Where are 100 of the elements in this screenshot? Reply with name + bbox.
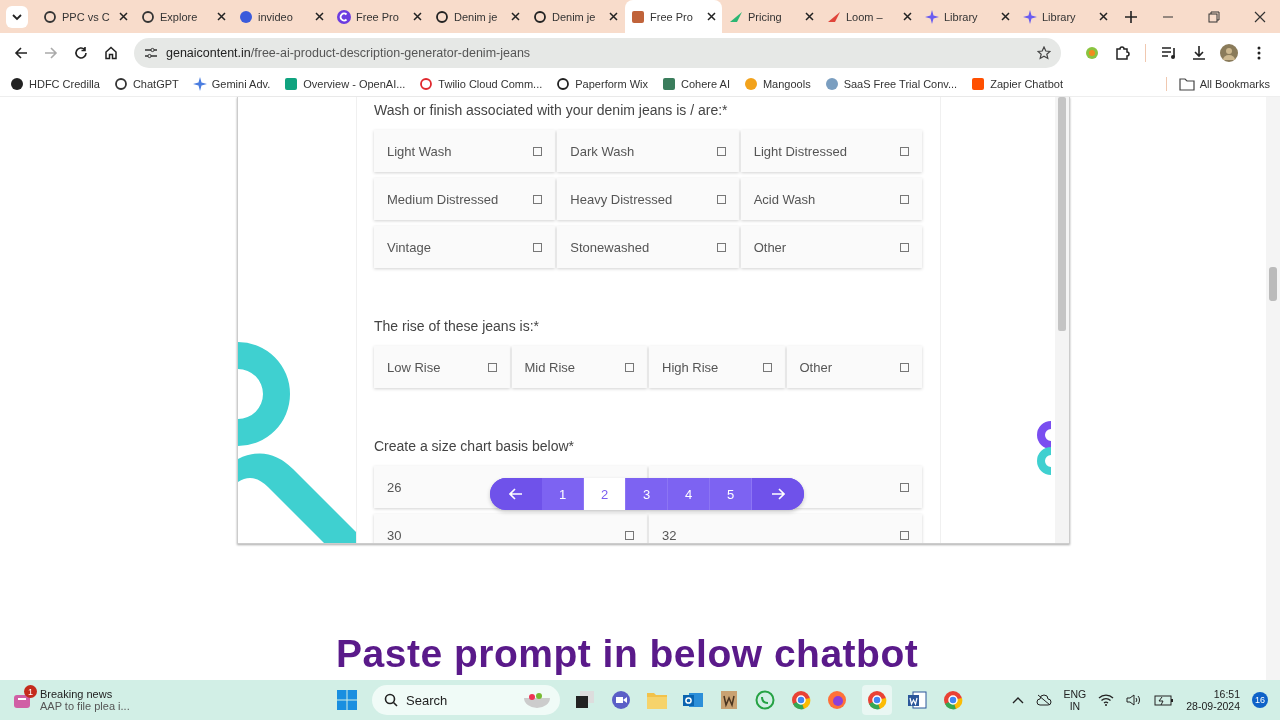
checkbox[interactable] <box>716 146 726 156</box>
browser-tab[interactable]: invideo <box>233 0 330 33</box>
browser-tab[interactable]: Denim je <box>429 0 526 33</box>
next-page-button[interactable] <box>752 478 804 510</box>
news-title: Breaking news <box>40 688 114 700</box>
checkbox[interactable] <box>900 242 909 252</box>
previous-page-button[interactable] <box>490 478 542 510</box>
browser-tab[interactable]: Denim je <box>527 0 624 33</box>
browser-icon[interactable] <box>862 685 892 715</box>
browser-tab[interactable]: Pricing <box>723 0 820 33</box>
option-card[interactable]: 30 <box>374 514 647 543</box>
checkbox[interactable] <box>625 362 634 372</box>
tab-title: Explore <box>160 10 199 23</box>
close-icon[interactable] <box>903 12 912 21</box>
checkbox[interactable] <box>625 530 634 540</box>
page-button[interactable]: 5 <box>710 478 752 510</box>
browser-tab[interactable]: Library <box>1017 0 1114 33</box>
option-card[interactable]: 32 <box>649 514 922 543</box>
close-icon[interactable] <box>1254 10 1266 23</box>
bookmark-item[interactable]: HDFC Credilla <box>10 77 100 91</box>
checkbox[interactable] <box>533 242 543 252</box>
option-card[interactable]: Light Wash <box>374 130 556 172</box>
checkbox[interactable] <box>716 194 726 204</box>
taskbar-search[interactable]: Search <box>372 685 560 715</box>
checkbox[interactable] <box>900 362 909 372</box>
bookmark-item[interactable]: Overview - OpenAI... <box>284 77 406 91</box>
option-card[interactable]: Dark Wash <box>557 130 739 172</box>
page-button[interactable]: 3 <box>626 478 668 510</box>
checkbox[interactable] <box>900 194 909 204</box>
checkbox[interactable] <box>900 146 909 156</box>
clock[interactable]: 16:51 28-09-2024 <box>1186 688 1240 712</box>
bookmark-item[interactable]: Zapier Chatbot <box>971 77 1063 91</box>
bookmark-item[interactable]: ChatGPT <box>113 77 179 91</box>
battery-icon[interactable] <box>1154 694 1175 706</box>
checkbox[interactable] <box>487 362 497 372</box>
tab-title: Library <box>944 10 979 23</box>
tab-search-button[interactable] <box>6 5 28 28</box>
bookmark-star-icon[interactable] <box>1037 45 1051 60</box>
bookmark-item[interactable]: Gemini Adv. <box>192 77 271 91</box>
bookmark-label: SaaS Free Trial Conv... <box>843 78 958 90</box>
close-icon[interactable] <box>119 12 128 21</box>
close-icon[interactable] <box>707 12 716 21</box>
address-bar[interactable]: genaicontent.in/free-ai-product-description-generator-denim-jeans <box>134 37 1061 68</box>
site-info-icon[interactable] <box>144 46 158 59</box>
wifi-icon[interactable] <box>1098 694 1115 706</box>
folder-icon <box>1178 77 1195 91</box>
bookmark-item[interactable]: SaaS Free Trial Conv... <box>824 77 958 91</box>
food-bowl-icon <box>522 690 552 710</box>
scrollbar[interactable] <box>1266 97 1280 680</box>
checkbox[interactable] <box>900 482 909 492</box>
close-icon[interactable] <box>413 12 422 21</box>
option-card[interactable]: Heavy Distressed <box>557 178 739 220</box>
close-icon[interactable] <box>1001 12 1010 21</box>
restore-icon[interactable] <box>1208 10 1220 23</box>
browser-tab[interactable]: Free Pro <box>331 0 428 33</box>
tab-title: Denim je <box>454 10 499 23</box>
bookmark-item[interactable]: Paperform Wix <box>556 77 649 91</box>
checkbox[interactable] <box>533 146 543 156</box>
close-icon[interactable] <box>609 12 618 21</box>
page-button[interactable]: 2 <box>584 478 626 510</box>
option-card[interactable]: Medium Distressed <box>374 178 556 220</box>
news-headline: AAP to file plea i... <box>40 700 130 712</box>
option-card[interactable]: Vintage <box>374 226 556 268</box>
bookmark-item[interactable]: Cohere AI <box>662 77 730 91</box>
tab-title: Library <box>1042 10 1077 23</box>
option-card[interactable]: High Rise <box>649 346 785 388</box>
all-bookmarks-button[interactable]: All Bookmarks <box>1165 77 1270 91</box>
language-indicator[interactable]: ENG IN <box>1063 688 1087 712</box>
close-icon[interactable] <box>511 12 520 21</box>
bookmark-item[interactable]: Mangools <box>743 77 811 91</box>
option-card[interactable]: Low Rise <box>374 346 510 388</box>
bookmark-item[interactable]: Twilio Cloud Comm... <box>419 77 543 91</box>
browser-tab[interactable]: Free Pro <box>625 0 722 33</box>
close-icon[interactable] <box>1099 12 1108 21</box>
browser-tab[interactable]: Loom – <box>821 0 918 33</box>
browser-tab[interactable]: Explore <box>135 0 232 33</box>
option-card[interactable]: Acid Wash <box>740 178 922 220</box>
volume-icon[interactable] <box>1126 694 1143 706</box>
news-widget[interactable]: 1 Breaking news AAP to file plea i... <box>12 688 312 712</box>
option-card[interactable]: Mid Rise <box>511 346 647 388</box>
notification-badge[interactable]: 16 <box>1252 692 1268 708</box>
page-button[interactable]: 4 <box>668 478 710 510</box>
close-icon[interactable] <box>217 12 226 21</box>
chevron-up-icon[interactable] <box>1011 696 1024 704</box>
checkbox[interactable] <box>900 530 909 540</box>
close-icon[interactable] <box>805 12 814 21</box>
browser-tab[interactable]: PPC vs C <box>37 0 134 33</box>
option-card[interactable]: Other <box>786 346 922 388</box>
cloud-off-icon[interactable] <box>1035 694 1052 706</box>
tab-favicon-icon <box>925 9 939 24</box>
option-card[interactable]: Stonewashed <box>557 226 739 268</box>
checkbox[interactable] <box>716 242 726 252</box>
close-icon[interactable] <box>315 12 324 21</box>
option-card[interactable]: Light Distressed <box>740 130 922 172</box>
option-card[interactable]: Other <box>740 226 922 268</box>
browser-tab[interactable]: Library <box>919 0 1016 33</box>
checkbox[interactable] <box>533 194 543 204</box>
scrollbar[interactable] <box>1055 97 1069 543</box>
page-button[interactable]: 1 <box>542 478 584 510</box>
checkbox[interactable] <box>762 362 772 372</box>
